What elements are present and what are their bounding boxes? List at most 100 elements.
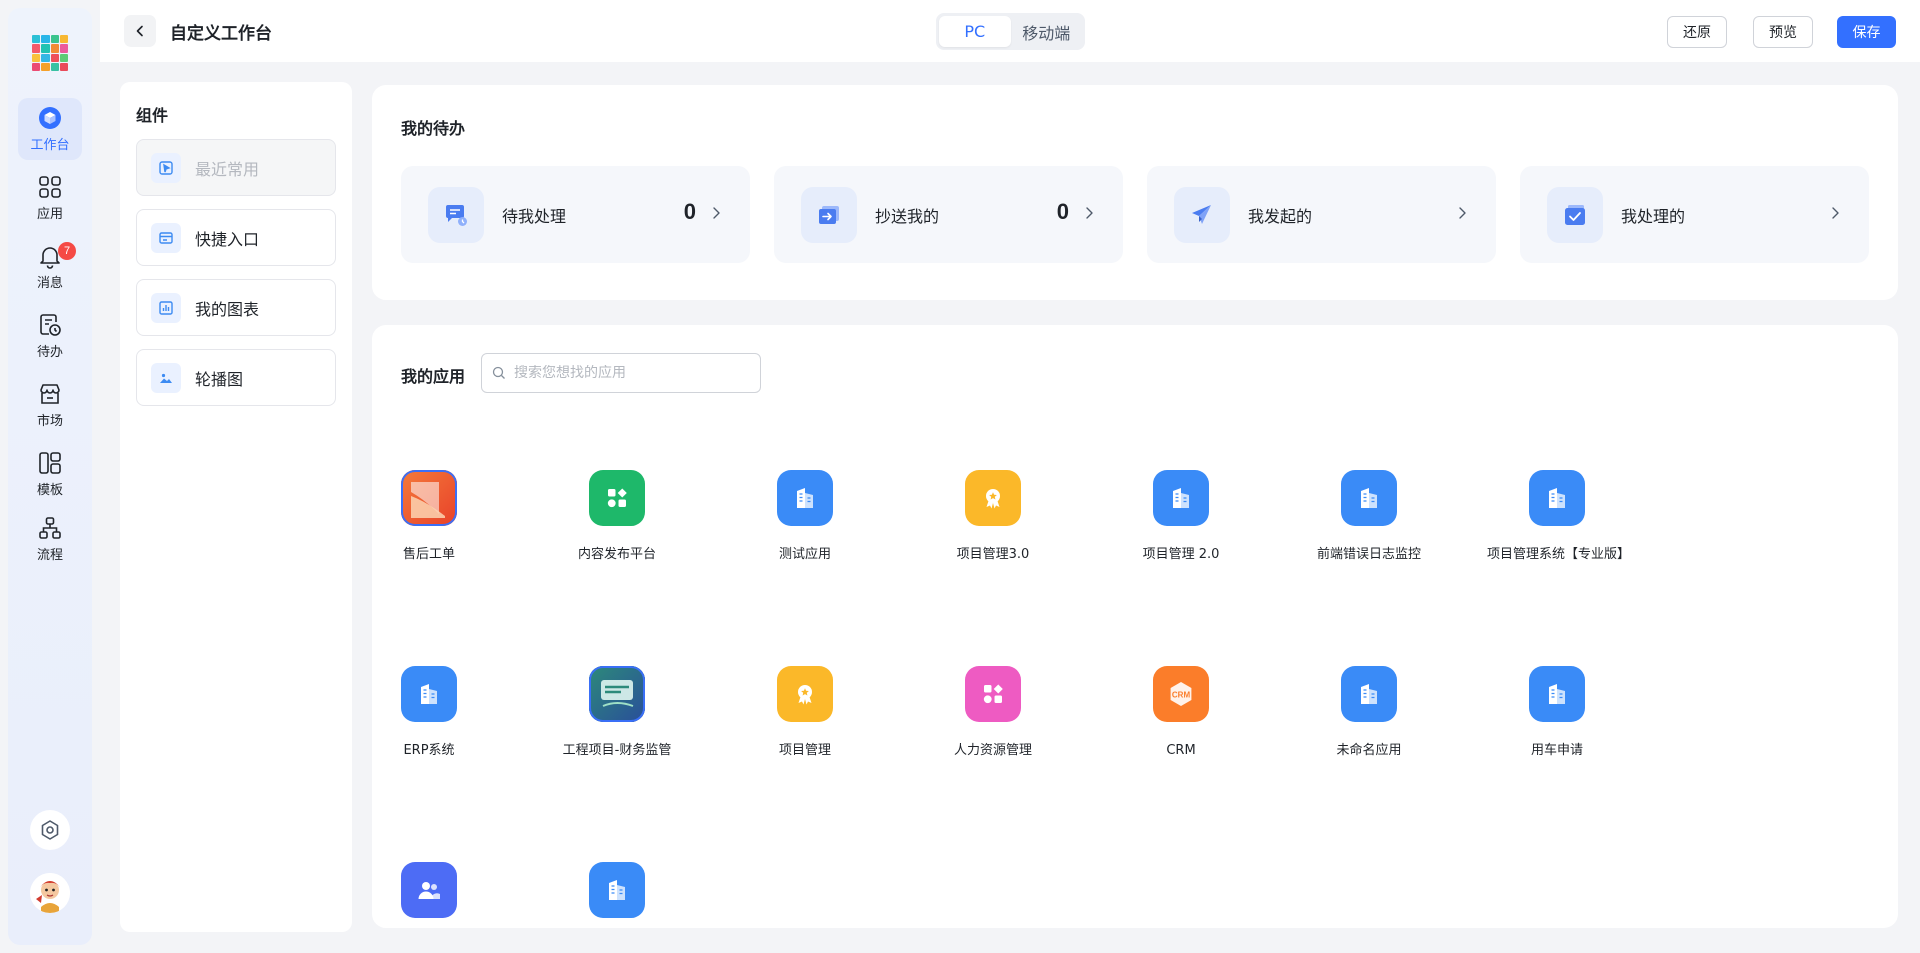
- preview-button[interactable]: 预览: [1753, 16, 1813, 48]
- nav-label: 待办: [36, 345, 63, 360]
- user-avatar[interactable]: [30, 873, 70, 913]
- nav-item-flow[interactable]: 流程: [18, 508, 82, 570]
- nav-label: 流程: [36, 548, 63, 563]
- settings-button[interactable]: [30, 810, 70, 850]
- nav-item-market[interactable]: 市场: [18, 374, 82, 436]
- app-tile[interactable]: 工程项目-财务监管: [537, 666, 697, 762]
- app-tile[interactable]: CRM CRM: [1101, 666, 1261, 762]
- chevron-right-icon: [1832, 207, 1839, 219]
- app-tile[interactable]: 用车申请: [1477, 666, 1637, 762]
- component-chart[interactable]: 我的图表: [136, 279, 336, 336]
- app-search: [481, 353, 761, 393]
- app-tile[interactable]: 项目管理: [725, 666, 885, 762]
- todo-count: 0: [683, 199, 696, 224]
- todo-clock-icon: [40, 314, 61, 336]
- app-name: 人力资源管理: [953, 743, 1032, 758]
- app-name: 项目管理3.0: [956, 547, 1030, 562]
- todo-item-handled[interactable]: 我处理的: [1520, 166, 1869, 263]
- app-tile[interactable]: 内容发布平台: [537, 470, 697, 566]
- todo-item-cc[interactable]: 抄送我的 0: [774, 166, 1123, 263]
- components-title: 组件: [136, 106, 169, 125]
- nav-item-apps[interactable]: 应用: [18, 167, 82, 229]
- app-tile[interactable]: 测试应用: [725, 470, 885, 566]
- app-tile[interactable]: [372, 862, 509, 928]
- award-icon: [965, 470, 1021, 526]
- workbench-icon: [39, 107, 61, 129]
- todo-title: 我的待办: [401, 119, 466, 138]
- svg-text:CRM: CRM: [1172, 690, 1191, 699]
- todo-count: 0: [1056, 199, 1069, 224]
- nav-item-templates[interactable]: 模板: [18, 443, 82, 505]
- component-carousel[interactable]: 轮播图: [136, 349, 336, 406]
- restore-button[interactable]: 还原: [1667, 16, 1727, 48]
- tab-pc[interactable]: PC: [939, 16, 1011, 47]
- recent-icon: [151, 152, 181, 183]
- component-recent: 最近常用: [136, 139, 336, 196]
- app-name: 未命名应用: [1336, 743, 1402, 758]
- component-label: 最近常用: [195, 159, 260, 179]
- template-icon: [39, 452, 61, 474]
- save-button[interactable]: 保存: [1837, 16, 1896, 48]
- unread-badge: 7: [58, 242, 76, 260]
- app-name: 内容发布平台: [577, 547, 656, 562]
- send-icon: [1174, 187, 1230, 243]
- app-tile[interactable]: 未命名应用: [1289, 666, 1449, 762]
- app-tile[interactable]: 项目管理3.0: [913, 470, 1073, 566]
- app-tile[interactable]: 项目管理 2.0: [1101, 470, 1261, 566]
- nav-label: 应用: [36, 207, 63, 222]
- nav-label: 工作台: [30, 138, 70, 153]
- app-tile[interactable]: 人力资源管理: [913, 666, 1073, 762]
- app-name: 工程项目-财务监管: [562, 743, 672, 758]
- nav-label: 模板: [36, 483, 63, 498]
- building-icon: [777, 470, 833, 526]
- todo-item-pending[interactable]: 待我处理 0: [401, 166, 750, 263]
- carousel-icon: [151, 362, 181, 393]
- search-icon: [492, 366, 505, 379]
- shortcut-icon: [151, 222, 181, 253]
- apps-grid-icon: [39, 176, 61, 198]
- pending-icon: [428, 187, 484, 243]
- todo-label: 待我处理: [502, 207, 567, 226]
- shapes-icon: [965, 666, 1021, 722]
- chevron-right-icon: [1086, 207, 1093, 219]
- nav-item-messages[interactable]: 7 消息: [18, 236, 82, 298]
- shapes-icon: [589, 470, 645, 526]
- nav-item-todo[interactable]: 待办: [18, 305, 82, 367]
- top-bar: 自定义工作台 PC 移动端 还原 预览 保存: [100, 0, 1920, 62]
- app-tile[interactable]: 项目管理系统【专业版】: [1477, 470, 1637, 566]
- tab-mobile[interactable]: 移动端: [1011, 16, 1083, 47]
- app-tile[interactable]: ERP系统: [372, 666, 509, 762]
- app-name: 项目管理: [778, 743, 831, 758]
- avatar-image: [30, 873, 70, 913]
- building-icon: [401, 666, 457, 722]
- app-name: 项目管理系统【专业版】: [1487, 547, 1631, 562]
- nav-label: 消息: [36, 276, 63, 291]
- app-tile[interactable]: 售后工单: [372, 470, 509, 566]
- component-label: 我的图表: [195, 299, 260, 319]
- chevron-left-icon: [136, 25, 143, 37]
- award-icon: [777, 666, 833, 722]
- platform-switch: PC 移动端: [936, 13, 1085, 50]
- app-tile[interactable]: [537, 862, 697, 928]
- todo-card: 我的待办 待我处理 0 抄送我的 0 我发起的 我处理的: [372, 85, 1898, 300]
- components-panel: 组件 最近常用 快捷入口 我的图表 轮播图: [120, 82, 352, 932]
- handled-icon: [1547, 187, 1603, 243]
- page-title: 自定义工作台: [170, 24, 272, 44]
- crm-icon: CRM: [1153, 666, 1209, 722]
- app-tile[interactable]: 前端错误日志监控: [1289, 470, 1449, 566]
- back-button[interactable]: [124, 15, 156, 47]
- nav-item-workbench[interactable]: 工作台: [18, 98, 82, 160]
- apps-card: 我的应用 售后工单 内容发布平台 测试应用 项目管理3.0 项目管理 2.0 前端错误日志…: [372, 325, 1898, 928]
- building-icon: [1153, 470, 1209, 526]
- building-icon: [1529, 666, 1585, 722]
- component-label: 快捷入口: [195, 229, 260, 249]
- app-image-icon: [589, 666, 645, 722]
- component-shortcut[interactable]: 快捷入口: [136, 209, 336, 266]
- users-icon: [401, 862, 457, 918]
- app-name: 项目管理 2.0: [1142, 547, 1220, 562]
- todo-label: 抄送我的: [875, 207, 940, 226]
- settings-icon: [41, 820, 59, 840]
- search-input[interactable]: [514, 365, 744, 381]
- todo-item-initiated[interactable]: 我发起的: [1147, 166, 1496, 263]
- building-icon: [589, 862, 645, 918]
